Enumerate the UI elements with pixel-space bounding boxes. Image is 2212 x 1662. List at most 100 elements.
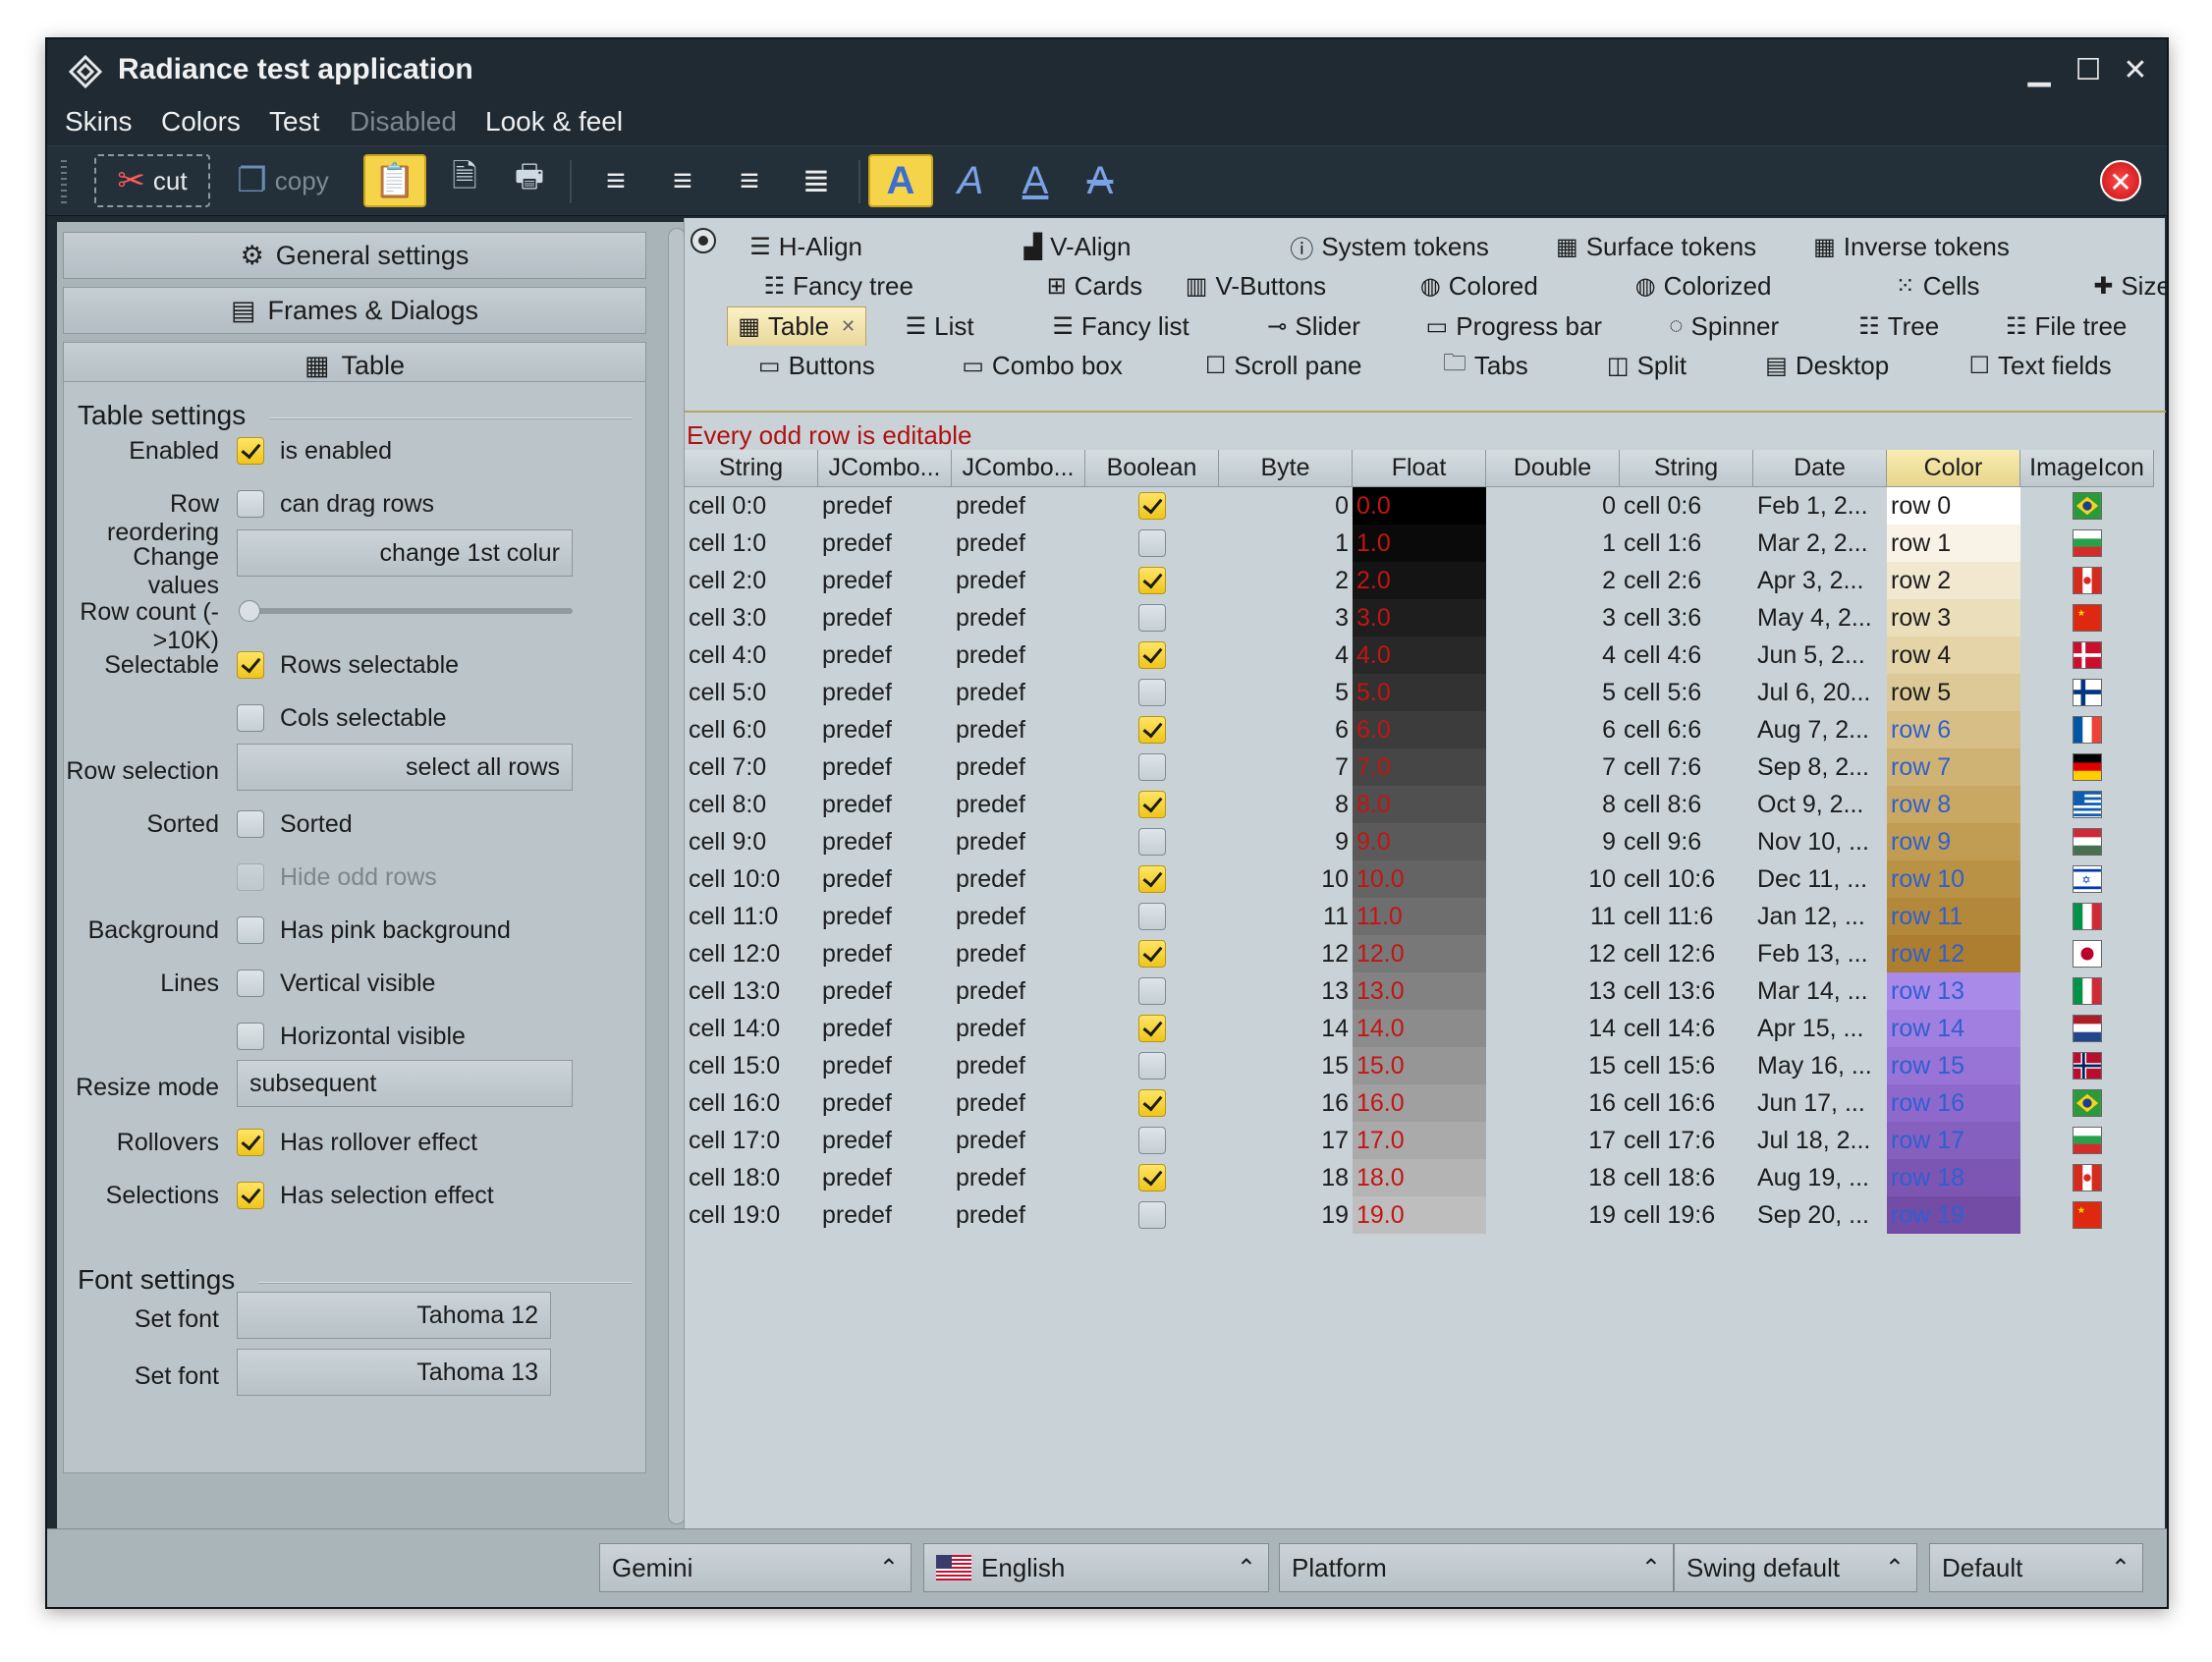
- column-header[interactable]: Boolean: [1085, 450, 1219, 487]
- table-cell[interactable]: 9: [1486, 823, 1620, 860]
- table-cell[interactable]: cell 6:6: [1620, 711, 1753, 748]
- table-row[interactable]: cell 4:0 predef predef 4 4.0 4 cell 4:6 Jun 5, …: [685, 637, 2166, 674]
- table-cell[interactable]: [2020, 637, 2154, 674]
- table-cell[interactable]: [1085, 1159, 1219, 1196]
- table-cell[interactable]: May 16, ...: [1753, 1047, 1887, 1084]
- table-cell[interactable]: predef: [818, 898, 952, 935]
- table-cell[interactable]: 15: [1219, 1047, 1353, 1084]
- select-all-button[interactable]: 🗎: [438, 154, 491, 207]
- table-cell[interactable]: [1085, 599, 1219, 637]
- table-cell[interactable]: cell 11:0: [685, 898, 818, 935]
- table-cell[interactable]: cell 10:6: [1620, 860, 1753, 898]
- tab-tabs[interactable]: 🗀 Tabs: [1443, 346, 1528, 385]
- table-cell[interactable]: cell 12:0: [685, 935, 818, 972]
- table-cell[interactable]: [2020, 898, 2154, 935]
- boolean-checkbox[interactable]: [1138, 529, 1166, 557]
- set-font-tahoma13-button[interactable]: Tahoma 13: [237, 1349, 551, 1396]
- table-cell[interactable]: Dec 11, ...: [1753, 860, 1887, 898]
- print-button[interactable]: 🖶: [503, 154, 556, 207]
- table-cell[interactable]: Mar 14, ...: [1753, 972, 1887, 1010]
- table-row[interactable]: cell 5:0 predef predef 5 5.0 5 cell 5:6 Jul 6, …: [685, 674, 2166, 711]
- table-cell[interactable]: row 16: [1887, 1084, 2020, 1122]
- table-cell[interactable]: [1085, 487, 1219, 525]
- table-cell[interactable]: [2020, 823, 2154, 860]
- setting-checkbox[interactable]: [237, 810, 264, 838]
- swing-default-combo[interactable]: Swing default ⌃: [1674, 1543, 1917, 1592]
- table-row[interactable]: cell 18:0 predef predef 18 18.0 18 cell 18:6 Au…: [685, 1159, 2166, 1196]
- table-cell[interactable]: predef: [818, 637, 952, 674]
- table-row[interactable]: cell 3:0 predef predef 3 3.0 3 cell 3:6 May 4, …: [685, 599, 2166, 637]
- table-cell[interactable]: 5: [1219, 674, 1353, 711]
- table-cell[interactable]: cell 15:0: [685, 1047, 818, 1084]
- table-cell[interactable]: [1085, 1010, 1219, 1047]
- minimize-icon[interactable]: ▁: [2021, 53, 2057, 88]
- table-cell[interactable]: 8: [1486, 786, 1620, 823]
- boolean-checkbox[interactable]: [1138, 1201, 1166, 1229]
- table-cell[interactable]: [2020, 562, 2154, 599]
- table-cell[interactable]: 16: [1219, 1084, 1353, 1122]
- table-cell[interactable]: predef: [952, 935, 1085, 972]
- setting-checkbox[interactable]: [237, 1129, 264, 1156]
- table-cell[interactable]: 6: [1486, 711, 1620, 748]
- table-row[interactable]: cell 14:0 predef predef 14 14.0 14 cell 14:6 Ap…: [685, 1010, 2166, 1047]
- table-cell[interactable]: Aug 7, 2...: [1753, 711, 1887, 748]
- table-cell[interactable]: 12: [1219, 935, 1353, 972]
- italic-button[interactable]: A: [943, 154, 998, 207]
- column-header[interactable]: Date: [1753, 450, 1887, 487]
- table-cell[interactable]: 4.0: [1353, 637, 1486, 674]
- tab-progress-bar[interactable]: ▭ Progress bar: [1426, 306, 1603, 346]
- table-cell[interactable]: 7: [1219, 748, 1353, 786]
- table-cell[interactable]: 3: [1219, 599, 1353, 637]
- table-cell[interactable]: 6: [1219, 711, 1353, 748]
- cut-button[interactable]: ✂ cut: [94, 154, 210, 207]
- table-row[interactable]: cell 10:0 predef predef 10 10.0 10 cell 10:6 De…: [685, 860, 2166, 898]
- setting-checkbox[interactable]: [237, 704, 264, 732]
- tab-split[interactable]: ◫ Split: [1607, 346, 1687, 385]
- boolean-checkbox[interactable]: [1138, 865, 1166, 893]
- boolean-checkbox[interactable]: [1138, 641, 1166, 669]
- table-cell[interactable]: row 14: [1887, 1010, 2020, 1047]
- boolean-checkbox[interactable]: [1138, 753, 1166, 781]
- boolean-checkbox[interactable]: [1138, 1127, 1166, 1154]
- table-cell[interactable]: [1085, 860, 1219, 898]
- table-cell[interactable]: cell 2:0: [685, 562, 818, 599]
- align-center-button[interactable]: ≡: [656, 154, 709, 207]
- table-cell[interactable]: 9.0: [1353, 823, 1486, 860]
- table-cell[interactable]: 14: [1219, 1010, 1353, 1047]
- table-cell[interactable]: row 11: [1887, 898, 2020, 935]
- maximize-icon[interactable]: ☐: [2071, 53, 2106, 88]
- table-cell[interactable]: predef: [818, 1159, 952, 1196]
- table-cell[interactable]: [2020, 1084, 2154, 1122]
- table-cell[interactable]: cell 16:6: [1620, 1084, 1753, 1122]
- tab-slider[interactable]: ⊸ Slider: [1267, 306, 1360, 346]
- table-cell[interactable]: Jan 12, ...: [1753, 898, 1887, 935]
- table-cell[interactable]: predef: [818, 860, 952, 898]
- table-cell[interactable]: row 7: [1887, 748, 2020, 786]
- table-cell[interactable]: [2020, 786, 2154, 823]
- skin-combo[interactable]: Gemini ⌃: [599, 1543, 912, 1592]
- table-cell[interactable]: cell 5:6: [1620, 674, 1753, 711]
- table-cell[interactable]: 14.0: [1353, 1010, 1486, 1047]
- table-cell[interactable]: [1085, 1196, 1219, 1234]
- table-cell[interactable]: 3: [1486, 599, 1620, 637]
- tab-fancy-list[interactable]: ☰ Fancy list: [1052, 306, 1189, 346]
- setting-action-button[interactable]: change 1st colur: [237, 529, 573, 577]
- table-cell[interactable]: 0: [1219, 487, 1353, 525]
- table-row[interactable]: cell 16:0 predef predef 16 16.0 16 cell 16:6 Ju…: [685, 1084, 2166, 1122]
- table-cell[interactable]: predef: [952, 674, 1085, 711]
- table-cell[interactable]: 15.0: [1353, 1047, 1486, 1084]
- boolean-checkbox[interactable]: [1138, 977, 1166, 1005]
- table-cell[interactable]: Apr 3, 2...: [1753, 562, 1887, 599]
- table-cell[interactable]: predef: [952, 1122, 1085, 1159]
- boolean-checkbox[interactable]: [1138, 1015, 1166, 1042]
- setting-checkbox[interactable]: [237, 970, 264, 997]
- table-cell[interactable]: 0.0: [1353, 487, 1486, 525]
- setting-checkbox[interactable]: [237, 916, 264, 944]
- table-cell[interactable]: predef: [818, 487, 952, 525]
- table-cell[interactable]: cell 0:0: [685, 487, 818, 525]
- column-header[interactable]: String: [685, 450, 818, 487]
- align-justify-button[interactable]: ≣: [790, 154, 843, 207]
- table-cell[interactable]: cell 16:0: [685, 1084, 818, 1122]
- table-cell[interactable]: predef: [818, 599, 952, 637]
- table-cell[interactable]: predef: [818, 525, 952, 562]
